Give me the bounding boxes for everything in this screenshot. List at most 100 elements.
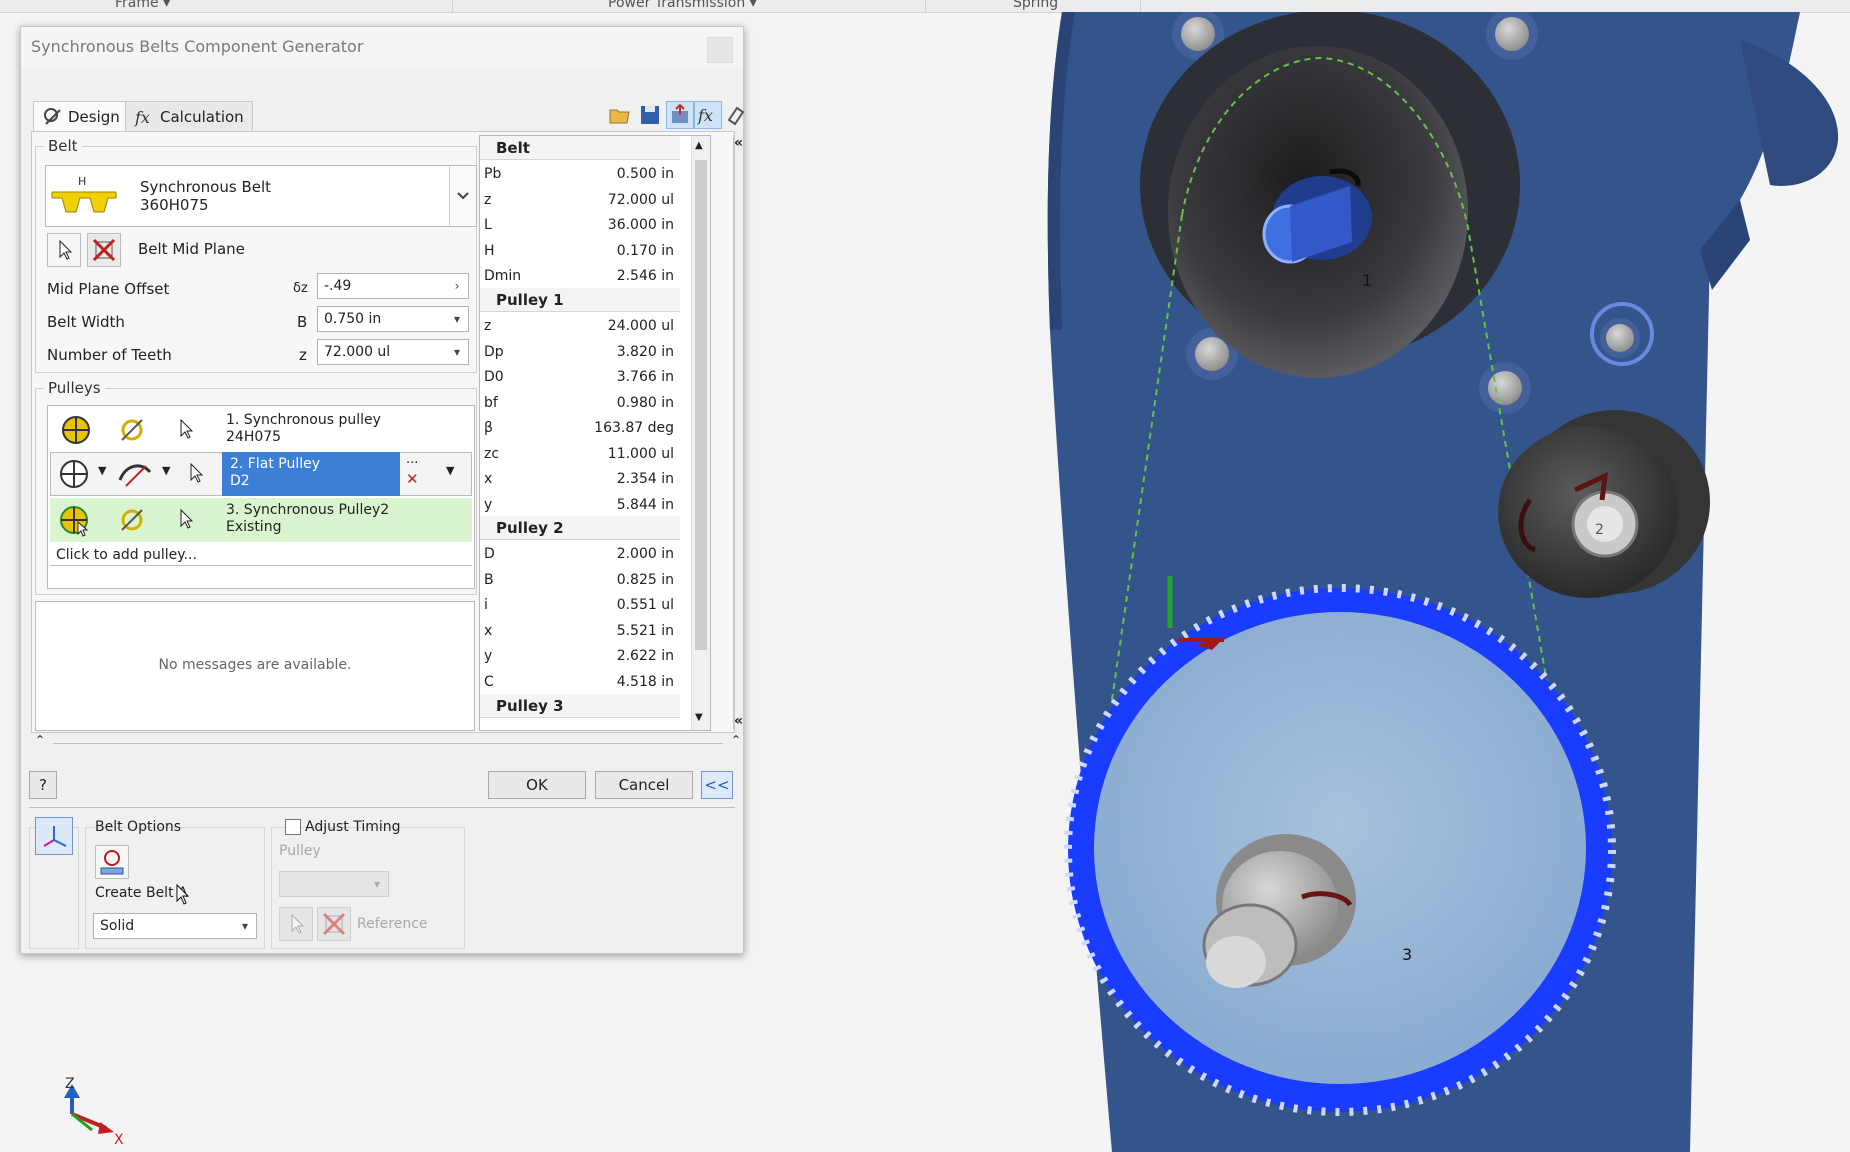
panel-splitter[interactable]: ⌃ ⌃ [35,733,741,749]
power-transmission-menu[interactable]: Power Transmission ▾ [608,0,757,11]
tab-design-label: Design [68,108,120,126]
svg-text:fx: fx [134,108,150,127]
chevron-down-icon[interactable]: ▾ [446,307,468,331]
belt-assembly-icon [100,850,124,875]
pulley-1-label: 1 [1362,271,1372,290]
formula-icon[interactable]: fx [694,101,722,129]
cursor-arrow-icon [59,239,73,260]
idler-placement-icon[interactable] [116,456,154,492]
result-row: Pb 0.500 in [480,162,680,187]
belt-style-select[interactable]: Solid ▾ [93,913,257,939]
eraser-icon[interactable] [722,101,750,129]
result-value: 0.500 in [616,166,674,182]
pulley-3-spec: Existing [226,519,282,535]
messages-panel: No messages are available. [35,601,475,731]
collapse-right-bottom-icon[interactable]: « [734,713,743,729]
teeth-symbol: z [299,346,307,364]
belt-width-value: 0.750 in [324,311,382,327]
result-symbol: Dp [484,343,504,360]
result-value: 5.521 in [616,622,674,639]
tab-calculation[interactable]: fx Calculation [125,101,253,132]
placement-icon[interactable] [116,504,148,536]
result-value: 2.622 in [616,648,674,664]
create-belt-label: Create Belt A [95,885,188,901]
timing-select-button[interactable] [279,907,313,941]
design-icon [44,108,61,125]
select-mid-plane-button[interactable] [47,233,81,267]
chevron-down-icon[interactable]: ▼ [162,464,170,477]
open-folder-icon[interactable] [606,101,634,129]
chevron-down-icon[interactable]: ▼ [446,464,454,477]
results-scrollbar[interactable]: ▲ ▼ [691,136,710,730]
pulley-row-2[interactable]: ▼ ▼ 2. Flat Pulley D2 ... ✕ ▼ [50,452,472,496]
results-pulley1-header: Pulley 1 [480,288,680,312]
close-button[interactable] [707,37,733,63]
expand-up-icon[interactable]: ⌃ [35,733,45,747]
mid-plane-offset-input[interactable]: -.49 › [317,273,469,299]
scroll-up-icon[interactable]: ▲ [695,140,703,151]
result-value: 163.87 deg [594,420,674,436]
result-symbol: H [484,242,495,259]
belt-type-select[interactable]: H Synchronous Belt 360H075 [45,165,477,227]
scroll-down-icon[interactable]: ▼ [695,712,703,723]
add-pulley-row[interactable]: Click to add pulley... [50,544,472,566]
axis-x-label: X [114,1132,124,1148]
belt-width-select[interactable]: 0.750 in ▾ [317,306,469,332]
spring-menu[interactable]: Spring [1013,0,1058,11]
chevron-down-icon [457,192,469,200]
select-pulley-icon[interactable] [182,460,210,488]
result-row: Dp 3.820 in [480,340,680,365]
chevron-down-icon[interactable]: ▾ [366,872,388,896]
result-row: x 2.354 in [480,467,680,492]
results-panel: Belt Pulley 1 Pulley 2 Pulley 3 ▲ ▼ Pb 0.… [479,135,711,731]
result-row: bf 0.980 in [480,391,680,416]
result-symbol: zc [484,445,500,462]
select-pulley-icon[interactable] [172,506,200,534]
results-scroll-thumb[interactable] [695,160,707,650]
more-options-button[interactable]: ... [406,453,428,466]
pulley-list: 1. Synchronous pulley 24H075 ▼ ▼ 2. Flat… [47,405,475,589]
pulley-row-3[interactable]: 3. Synchronous Pulley2 Existing [50,498,472,542]
belt-type-dropdown[interactable] [449,166,476,226]
result-value: 0.825 in [616,571,674,588]
belt-type-line2: 360H075 [140,196,209,214]
result-row: β 163.87 deg [480,416,680,441]
expand-up-icon-right[interactable]: ⌃ [731,733,741,747]
pulley-label: Pulley [279,843,321,859]
collapse-options-button[interactable]: << [701,771,733,799]
pulley-row-1[interactable]: 1. Synchronous pulley 24H075 [50,408,472,452]
clear-mid-plane-button[interactable] [87,233,121,267]
result-symbol: bf [484,394,498,411]
result-symbol: z [484,318,492,334]
adjust-timing-checkbox[interactable] [285,819,301,835]
help-button[interactable]: ? [29,771,57,799]
result-symbol: z [484,191,492,208]
messages-empty-text: No messages are available. [158,657,352,673]
ok-button[interactable]: OK [488,771,586,799]
cancel-button[interactable]: Cancel [595,771,693,799]
result-value: 24.000 ul [607,318,674,334]
save-icon[interactable] [636,101,664,129]
chevron-right-icon[interactable]: › [446,274,468,298]
coordinate-system-button[interactable] [35,817,73,855]
chevron-down-icon[interactable]: ▼ [98,464,106,477]
number-of-teeth-select[interactable]: 72.000 ul ▾ [317,339,469,365]
create-belt-assembly-button[interactable] [95,845,129,879]
timing-clear-button[interactable] [317,907,351,941]
result-row: L 36.000 in [480,213,680,238]
placement-icon[interactable] [116,414,148,446]
select-pulley-icon[interactable] [172,416,200,444]
result-value: 3.766 in [616,369,674,385]
timing-pulley-select[interactable]: ▾ [279,871,389,897]
mid-plane-offset-label: Mid Plane Offset [47,280,170,298]
chevron-down-icon[interactable]: ▾ [446,340,468,364]
delete-pulley-icon[interactable]: ✕ [406,470,428,488]
result-symbol: C [484,673,494,690]
export-icon[interactable] [666,101,694,129]
belt-width-label: Belt Width [47,313,125,331]
calculation-icon: fx [134,108,150,127]
frame-menu[interactable]: Frame ▾ [115,0,170,11]
collapse-right-top-icon[interactable]: « [734,135,743,151]
chevron-down-icon[interactable]: ▾ [234,914,256,938]
tab-design[interactable]: Design [33,101,129,133]
